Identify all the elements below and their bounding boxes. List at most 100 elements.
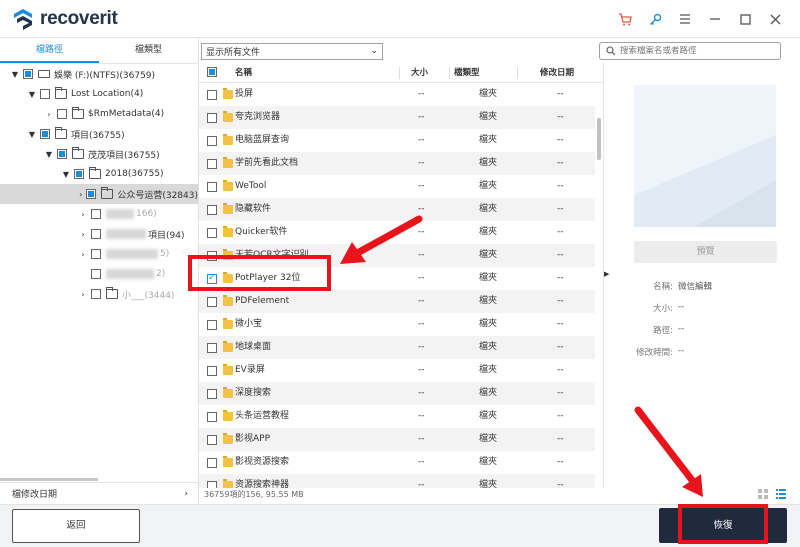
date-filter-row[interactable]: 檔修改日期 › xyxy=(0,482,198,504)
tree-item-rmmetadata[interactable]: › $RmMetadata(4) xyxy=(0,104,198,124)
row-checkbox[interactable] xyxy=(207,457,217,468)
tree-item-blurred-1[interactable]: › 166) xyxy=(0,204,198,224)
row-checkbox[interactable] xyxy=(207,135,217,146)
file-list-scrollbar[interactable] xyxy=(596,83,602,488)
scrollbar-thumb[interactable] xyxy=(597,118,601,160)
tree-checkbox[interactable] xyxy=(91,249,101,259)
table-row[interactable]: 隐藏软件 -- 檔夾 -- xyxy=(199,198,595,221)
tree-checkbox[interactable] xyxy=(40,89,50,99)
tree-checkbox[interactable] xyxy=(91,289,101,299)
chevron-down-icon: ⌄ xyxy=(370,46,378,56)
table-row[interactable]: 微小宝 -- 檔夾 -- xyxy=(199,313,595,336)
tree-item-maomao-projects[interactable]: ▼ 茂茂項目(36755) xyxy=(0,144,198,164)
preview-button[interactable]: 預覽 xyxy=(634,241,777,263)
column-name[interactable]: 名稱 xyxy=(235,63,252,83)
file-size: -- xyxy=(418,411,425,421)
table-row[interactable]: 影视资源搜索 -- 檔夾 -- xyxy=(199,451,595,474)
tree-item-label: 5) xyxy=(160,249,170,259)
chevron-right-icon[interactable]: › xyxy=(78,230,88,239)
row-checkbox[interactable] xyxy=(207,112,217,123)
row-checkbox[interactable] xyxy=(207,319,217,330)
chevron-down-icon[interactable]: ▼ xyxy=(44,150,54,159)
list-view-icon[interactable] xyxy=(776,489,786,499)
table-row[interactable]: PDFelement -- 檔夾 -- xyxy=(199,290,595,313)
row-checkbox[interactable] xyxy=(207,89,217,100)
table-row[interactable]: 头条运营教程 -- 檔夾 -- xyxy=(199,405,595,428)
cart-icon[interactable] xyxy=(610,0,640,38)
tree-checkbox[interactable] xyxy=(23,69,33,79)
close-icon[interactable] xyxy=(760,0,790,38)
key-icon[interactable] xyxy=(640,0,670,38)
chevron-down-icon[interactable]: ▼ xyxy=(27,130,37,139)
tree-item-label: $RmMetadata(4) xyxy=(88,109,165,119)
tree-checkbox[interactable] xyxy=(74,169,84,179)
column-type[interactable]: 檔類型 xyxy=(454,63,480,83)
row-checkbox[interactable] xyxy=(207,342,217,353)
tab-file-path[interactable]: 檔路徑 xyxy=(0,38,99,63)
chevron-down-icon[interactable]: ▼ xyxy=(27,90,37,99)
chevron-right-icon[interactable]: › xyxy=(44,110,54,119)
row-checkbox[interactable] xyxy=(207,411,217,422)
tree-checkbox[interactable] xyxy=(91,209,101,219)
chevron-right-icon[interactable]: › xyxy=(78,250,88,259)
tree-item-lost-location[interactable]: ▼ Lost Location(4) xyxy=(0,84,198,104)
column-size[interactable]: 大小 xyxy=(411,63,428,83)
maximize-icon[interactable] xyxy=(730,0,760,38)
tree-item-blurred-2[interactable]: › 項目(94) xyxy=(0,224,198,244)
tree-item-projects[interactable]: ▼ 項目(36755) xyxy=(0,124,198,144)
table-row[interactable]: WeTool -- 檔夾 -- xyxy=(199,175,595,198)
tree-checkbox[interactable] xyxy=(40,129,50,139)
folder-icon xyxy=(223,410,233,421)
chevron-right-icon[interactable]: › xyxy=(78,290,88,299)
tree-item-drive[interactable]: ▼ 娛樂 (F:)(NTFS)(36759) xyxy=(0,64,198,84)
row-checkbox[interactable] xyxy=(207,365,217,376)
table-row[interactable]: 夸克浏览器 -- 檔夾 -- xyxy=(199,106,595,129)
table-row[interactable]: 地球桌面 -- 檔夾 -- xyxy=(199,336,595,359)
chevron-down-icon[interactable]: ▼ xyxy=(10,70,20,79)
tree-item-2018[interactable]: ▼ 2018(36755) xyxy=(0,164,198,184)
chevron-right-icon[interactable]: › xyxy=(78,210,88,219)
row-checkbox[interactable] xyxy=(207,388,217,399)
tree-checkbox[interactable] xyxy=(91,269,101,279)
table-row[interactable]: Quicker软件 -- 檔夾 -- xyxy=(199,221,595,244)
row-checkbox[interactable] xyxy=(207,181,217,192)
row-checkbox[interactable] xyxy=(207,204,217,215)
minimize-icon[interactable] xyxy=(700,0,730,38)
search-box[interactable] xyxy=(599,42,781,60)
table-row[interactable]: 深度搜索 -- 檔夾 -- xyxy=(199,382,595,405)
row-checkbox[interactable] xyxy=(207,227,217,238)
tree-item-blurred-3[interactable]: › 5) xyxy=(0,244,198,264)
tree-checkbox[interactable] xyxy=(57,109,67,119)
selection-status: 36759項的156, 95.55 MB xyxy=(204,490,304,499)
row-checkbox[interactable] xyxy=(207,434,217,445)
tree-checkbox[interactable] xyxy=(57,149,67,159)
column-date[interactable]: 修改日期 xyxy=(540,63,574,83)
grid-view-icon[interactable] xyxy=(758,489,768,499)
table-row[interactable]: EV录屏 -- 檔夾 -- xyxy=(199,359,595,382)
tab-file-type[interactable]: 檔類型 xyxy=(99,38,198,63)
collapse-preview-icon[interactable]: ▶ xyxy=(604,270,609,278)
table-row[interactable]: 投屏 -- 檔夾 -- xyxy=(199,83,595,106)
menu-icon[interactable] xyxy=(670,0,700,38)
select-all-checkbox[interactable] xyxy=(207,67,217,77)
chevron-right-icon[interactable]: › xyxy=(184,489,188,499)
chevron-right-icon[interactable]: › xyxy=(78,190,83,199)
table-row[interactable]: 学前先看此文档 -- 檔夾 -- xyxy=(199,152,595,175)
tree-item-blurred-4[interactable]: 2) xyxy=(0,264,198,284)
table-row[interactable]: 资源搜索神器 -- 檔夾 -- xyxy=(199,474,595,488)
tree-checkbox[interactable] xyxy=(86,189,97,199)
file-filter-dropdown[interactable]: 显示所有文件 ⌄ xyxy=(201,43,383,60)
info-name-row: 名稱: 微信編輯 xyxy=(620,280,780,294)
row-checkbox[interactable] xyxy=(207,480,217,488)
row-checkbox[interactable] xyxy=(207,296,217,307)
scrollbar-thumb[interactable] xyxy=(0,478,98,481)
tree-checkbox[interactable] xyxy=(91,229,101,239)
search-input[interactable] xyxy=(620,46,770,56)
table-row[interactable]: 影视APP -- 檔夾 -- xyxy=(199,428,595,451)
table-row[interactable]: 电脑蓝屏查询 -- 檔夾 -- xyxy=(199,129,595,152)
tree-item-wechat-operations[interactable]: › 公众号运营(32843) xyxy=(0,184,198,204)
tree-item-blurred-5[interactable]: › 小___(3444) xyxy=(0,284,198,304)
row-checkbox[interactable] xyxy=(207,158,217,169)
chevron-down-icon[interactable]: ▼ xyxy=(61,170,71,179)
back-button[interactable]: 返回 xyxy=(12,509,140,543)
